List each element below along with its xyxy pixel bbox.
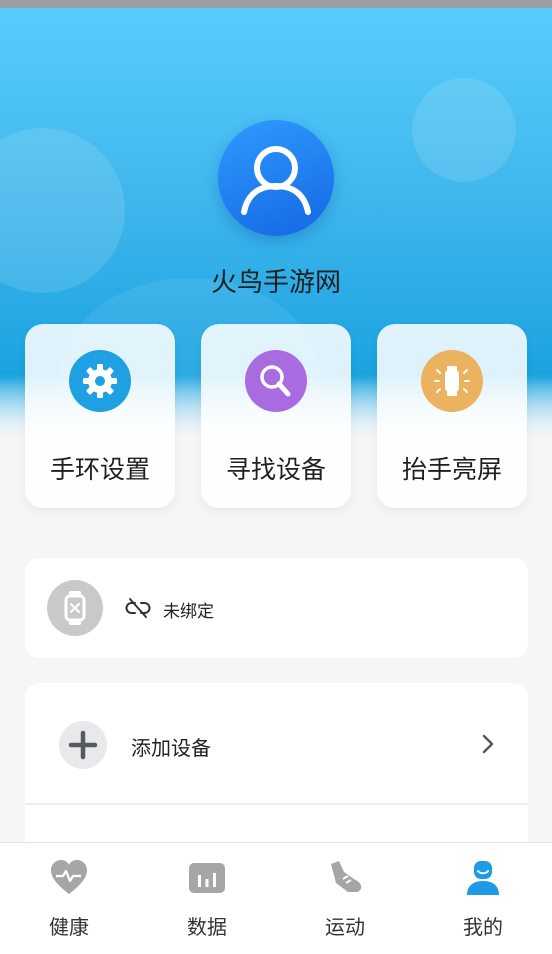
nav-label: 健康 [49, 915, 89, 939]
watch-disconnected-icon [47, 580, 103, 636]
unlink-icon [125, 598, 151, 618]
avatar[interactable] [218, 120, 334, 236]
decor-bubble [412, 78, 516, 182]
plus-icon [59, 721, 107, 769]
device-status-card[interactable]: 未绑定 [25, 558, 528, 658]
quick-action-label: 寻找设备 [225, 455, 326, 484]
nav-label: 数据 [187, 915, 227, 939]
divider [25, 803, 528, 805]
nav-item-mine[interactable]: 我的 [414, 843, 552, 954]
gear-icon [69, 350, 131, 412]
search-icon [245, 350, 307, 412]
status-bar-strip [0, 0, 552, 8]
device-status-text: 未绑定 [163, 602, 214, 622]
heart-pulse-icon [51, 860, 87, 894]
device-list-card: 添加设备 [25, 683, 528, 863]
bottom-nav: 健康 数据 运动 我的 [0, 842, 552, 954]
nav-label: 运动 [325, 915, 365, 939]
quick-action-label: 手环设置 [49, 455, 150, 484]
watch-light-icon [421, 350, 483, 412]
add-device-row[interactable]: 添加设备 [25, 683, 528, 803]
sneaker-icon [331, 861, 362, 892]
nav-item-sport[interactable]: 运动 [276, 843, 414, 954]
nav-item-health[interactable]: 健康 [0, 843, 138, 954]
band-settings-card[interactable]: 手环设置 [25, 324, 175, 508]
find-device-card[interactable]: 寻找设备 [201, 324, 351, 508]
data-chart-icon [189, 863, 225, 893]
nav-item-data[interactable]: 数据 [138, 843, 276, 954]
user-icon [467, 861, 499, 895]
user-avatar-icon [241, 146, 311, 215]
add-device-label: 添加设备 [131, 736, 211, 760]
nav-label-active: 我的 [463, 915, 503, 939]
chevron-right-icon [482, 734, 494, 754]
raise-to-wake-card[interactable]: 抬手亮屏 [377, 324, 527, 508]
quick-action-label: 抬手亮屏 [401, 455, 502, 484]
username: 火鸟手游网 [210, 268, 341, 298]
